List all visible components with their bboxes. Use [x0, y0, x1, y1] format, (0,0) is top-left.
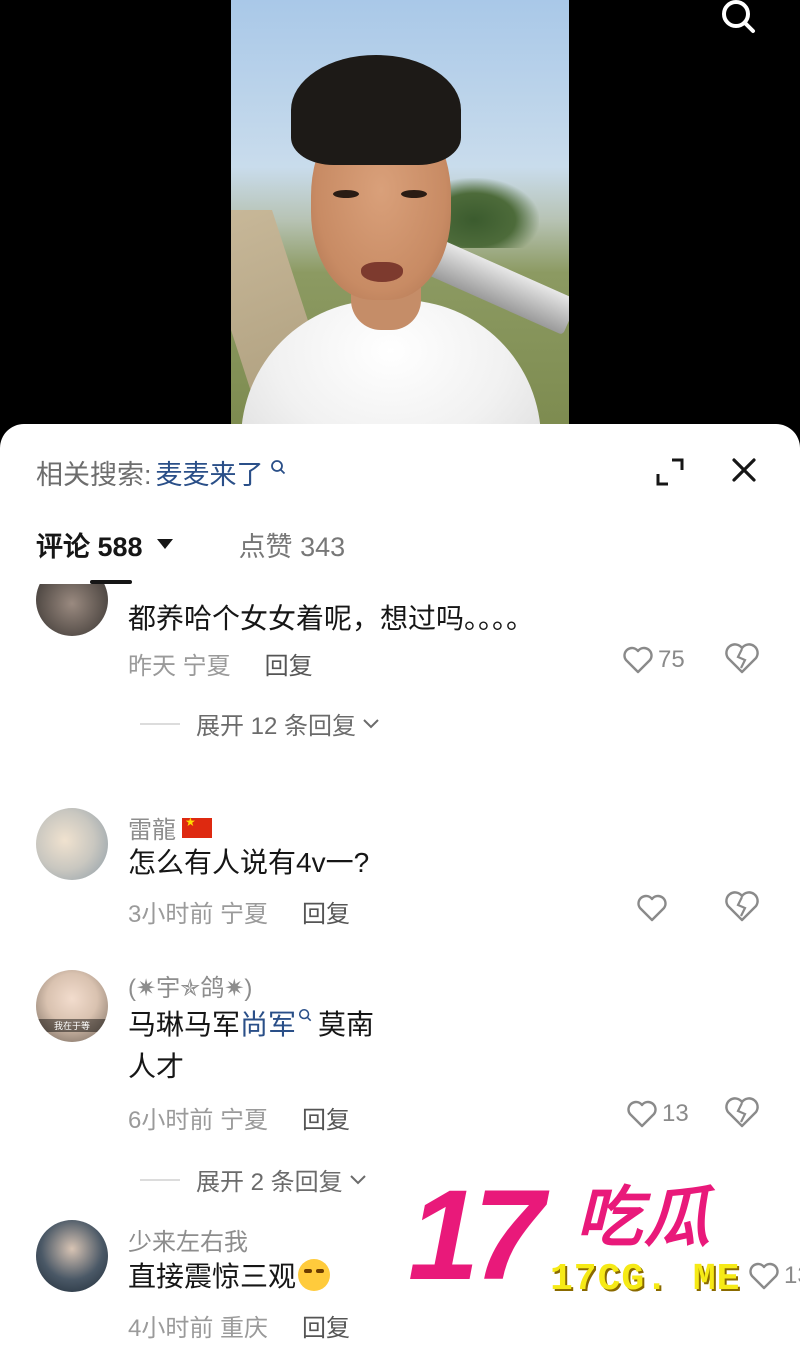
tab-likes[interactable]: 点赞 343: [239, 525, 346, 564]
avatar[interactable]: 我在于等: [36, 970, 108, 1042]
related-search-label: 相关搜索:: [36, 459, 152, 490]
comment-location: 宁夏: [182, 653, 231, 680]
comment-meta: 3小时前 宁夏 回复: [128, 894, 350, 929]
heart-icon: [627, 1100, 657, 1128]
comment-location: 宁夏: [220, 1107, 269, 1134]
reply-button[interactable]: 回复: [302, 1308, 350, 1343]
avatar-caption: 我在于等: [36, 1019, 108, 1032]
broken-heart-icon[interactable]: [722, 890, 762, 924]
comment-meta: 4小时前 重庆 回复: [128, 1308, 350, 1343]
chevron-down-icon: [349, 1174, 366, 1184]
related-search[interactable]: 相关搜索: 麦麦来了: [36, 454, 286, 490]
expand-replies-button[interactable]: 展开 2 条回复: [140, 1162, 367, 1197]
broken-heart-icon[interactable]: [722, 1096, 762, 1130]
comment-author[interactable]: 雷龍: [128, 810, 212, 845]
like-button[interactable]: [636, 892, 668, 924]
comment-time: 昨天: [128, 653, 176, 680]
video-frame: [231, 0, 569, 440]
author-name: 雷龍: [128, 817, 176, 844]
comment-list[interactable]: 都养哈个女女着呢，想过吗。。。。 昨天 宁夏 回复 75 展开 12 条回复 雷…: [0, 584, 800, 1365]
comment-text: 直接震惊三观: [128, 1256, 331, 1298]
video-player[interactable]: [0, 0, 800, 440]
comment-location: 宁夏: [220, 901, 269, 928]
reply-button[interactable]: 回复: [302, 894, 350, 929]
comment-time: 4小时前: [128, 1315, 214, 1342]
like-button[interactable]: 13: [626, 1098, 689, 1130]
expand-icon[interactable]: [652, 454, 688, 490]
comment-meta: 6小时前 宁夏 回复: [128, 1100, 350, 1135]
heart-icon: [623, 646, 653, 674]
comment-tabs: 评论 588 点赞 343: [36, 524, 345, 564]
related-search-keyword[interactable]: 麦麦来了: [156, 453, 264, 492]
comments-sheet: 相关搜索: 麦麦来了 评论 588 点赞 343 都养哈个女女着呢，想过吗。。。…: [0, 424, 800, 1365]
comment-time: 6小时前: [128, 1107, 214, 1134]
reply-button[interactable]: 回复: [302, 1100, 350, 1135]
close-icon[interactable]: [726, 452, 762, 488]
heart-icon: [637, 894, 667, 922]
chevron-down-icon: [363, 718, 379, 728]
comment-text: 怎么有人说有4v一?: [128, 847, 370, 878]
search-small-icon: [298, 1008, 312, 1022]
like-count: 13: [662, 1100, 689, 1127]
like-count: 13: [784, 1262, 800, 1289]
avatar[interactable]: [36, 1220, 108, 1292]
broken-heart-icon[interactable]: [722, 642, 762, 676]
comment-author[interactable]: (✷宇✯鸽✷): [128, 968, 252, 1003]
tab-comments-label: 评论 588: [36, 531, 143, 562]
heart-icon: [749, 1262, 779, 1290]
caret-down-icon: [156, 539, 173, 549]
expand-replies-label: 展开 2 条回复: [196, 1169, 343, 1196]
comment-author[interactable]: 少来左右我: [128, 1222, 248, 1257]
search-small-icon: [270, 460, 285, 475]
comment-time: 3小时前: [128, 901, 214, 928]
comment-text: 都养哈个女女着呢，想过吗。。。。: [128, 603, 535, 634]
expand-replies-label: 展开 12 条回复: [196, 713, 357, 740]
laughing-crying-emoji-icon: [298, 1259, 331, 1291]
search-icon[interactable]: [716, 0, 760, 40]
reply-button[interactable]: 回复: [265, 646, 313, 681]
like-count: 75: [658, 646, 685, 673]
highlighted-keyword[interactable]: 尚军: [240, 1009, 296, 1040]
like-button[interactable]: 13: [748, 1260, 800, 1292]
comment-text: 马琳马军尚军 莫南 人才: [128, 1008, 375, 1082]
comment-location: 重庆: [220, 1315, 269, 1342]
tab-comments[interactable]: 评论 588: [36, 525, 173, 564]
like-button[interactable]: 75: [622, 644, 685, 676]
comment-meta: 昨天 宁夏 回复: [128, 646, 313, 681]
avatar[interactable]: [36, 808, 108, 880]
china-flag-icon: [182, 815, 212, 838]
avatar[interactable]: [36, 584, 108, 636]
expand-replies-button[interactable]: 展开 12 条回复: [140, 706, 380, 741]
